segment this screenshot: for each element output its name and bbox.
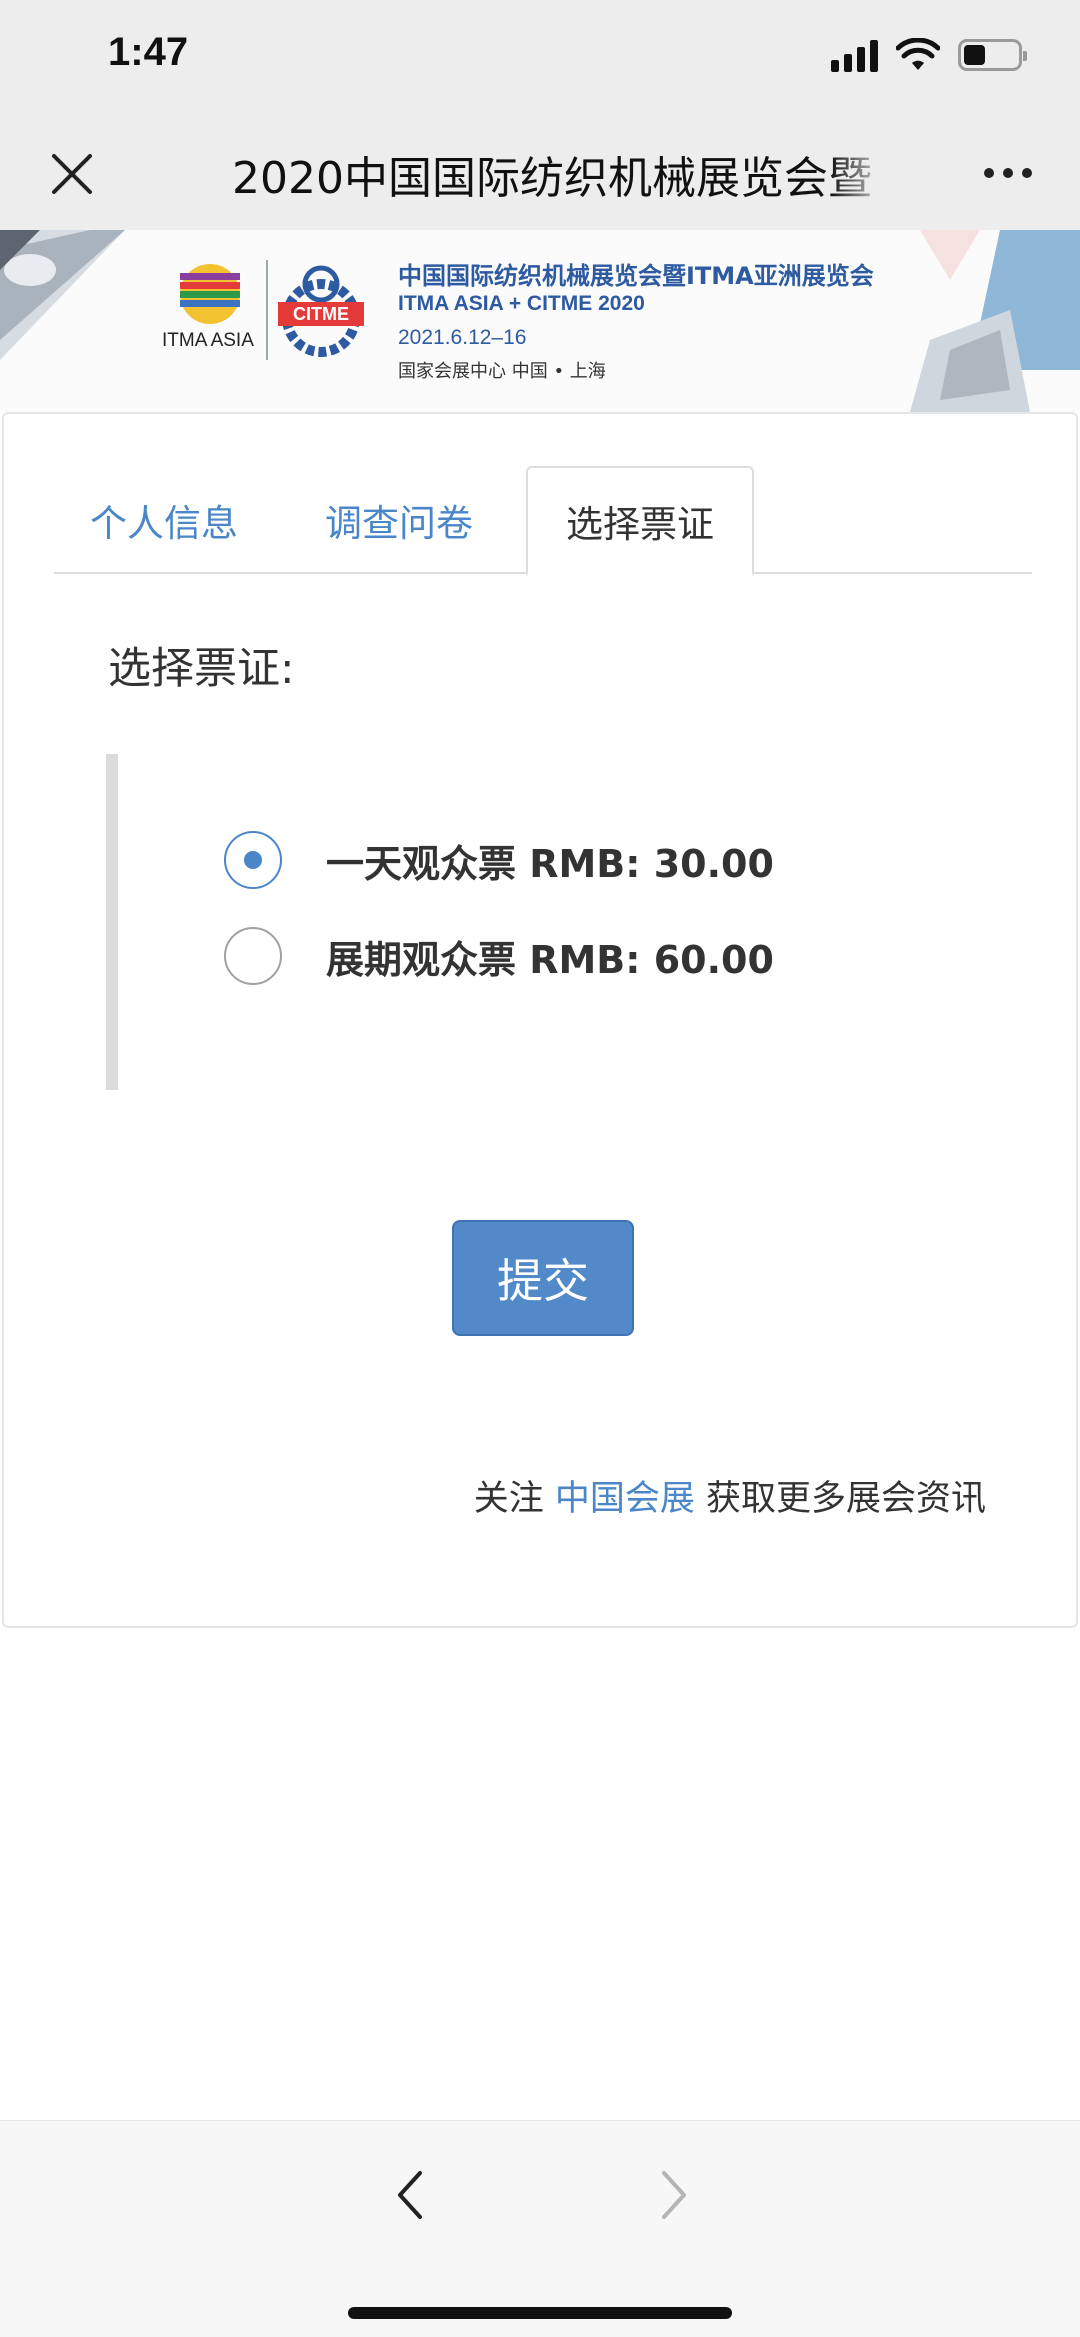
close-icon[interactable] [46,148,98,200]
follow-suffix: 获取更多展会资讯 [694,1479,986,1519]
radio-button-checked[interactable] [224,831,282,889]
submit-button[interactable]: 提交 [452,1220,634,1336]
title-fade [830,138,890,208]
registration-card: 个人信息 调查问卷 选择票证 选择票证: 一天观众票 RMB: 30.00 展期… [2,412,1078,1628]
home-indicator[interactable] [348,2307,732,2319]
forward-arrow-icon[interactable] [654,2165,694,2225]
back-arrow-icon[interactable] [390,2165,430,2225]
banner-title-cn: 中国国际纺织机械展览会暨ITMA亚洲展览会 [398,262,874,290]
event-banner: ITMA ASIA CITME 中国国际纺织机械展览会暨ITMA亚洲展览会 IT… [0,230,1080,412]
tab-select-ticket[interactable]: 选择票证 [526,466,754,576]
signal-icon [831,38,878,72]
banner-title-en: ITMA ASIA + CITME 2020 [398,292,645,315]
status-icons [831,38,1027,72]
itma-asia-logo [180,264,240,324]
battery-icon [958,39,1027,71]
banner-date: 2021.6.12–16 [398,326,527,349]
more-icon[interactable] [984,168,1032,178]
itma-logo-text: ITMA ASIA [162,330,254,351]
nav-bar: 2020中国国际纺织机械展览会暨 [0,118,1080,230]
tab-survey[interactable]: 调查问卷 [289,466,509,574]
option-label: 展期观众票 RMB: 60.00 [326,937,774,982]
status-bar: 1:47 [0,0,1080,118]
wifi-icon [896,38,940,70]
banner-venue: 国家会展中心 中国 • 上海 [398,361,606,382]
follow-text: 关注 中国会展 获取更多展会资讯 [474,1470,986,1521]
banner-decoration-right [910,230,1080,412]
option-label: 一天观众票 RMB: 30.00 [326,841,774,886]
tab-bar: 个人信息 调查问卷 选择票证 [54,466,1032,576]
tab-personal-info[interactable]: 个人信息 [54,466,274,574]
follow-link[interactable]: 中国会展 [555,1479,695,1519]
logo-divider [266,260,268,360]
page-title: 2020中国国际纺织机械展览会暨 [232,153,872,204]
citme-logo: CITME [278,265,364,357]
browser-bottom-bar [0,2120,1080,2337]
section-label: 选择票证: [108,644,295,694]
banner-decoration-left [0,230,125,360]
ticket-option-full-period[interactable]: 展期观众票 RMB: 60.00 [224,926,774,986]
citme-logo-text: CITME [293,304,349,324]
ticket-option-one-day[interactable]: 一天观众票 RMB: 30.00 [224,830,774,890]
follow-prefix: 关注 [473,1479,555,1519]
status-time: 1:47 [108,30,189,74]
ticket-options: 一天观众票 RMB: 30.00 展期观众票 RMB: 60.00 [106,754,1006,1090]
radio-button[interactable] [224,927,282,985]
